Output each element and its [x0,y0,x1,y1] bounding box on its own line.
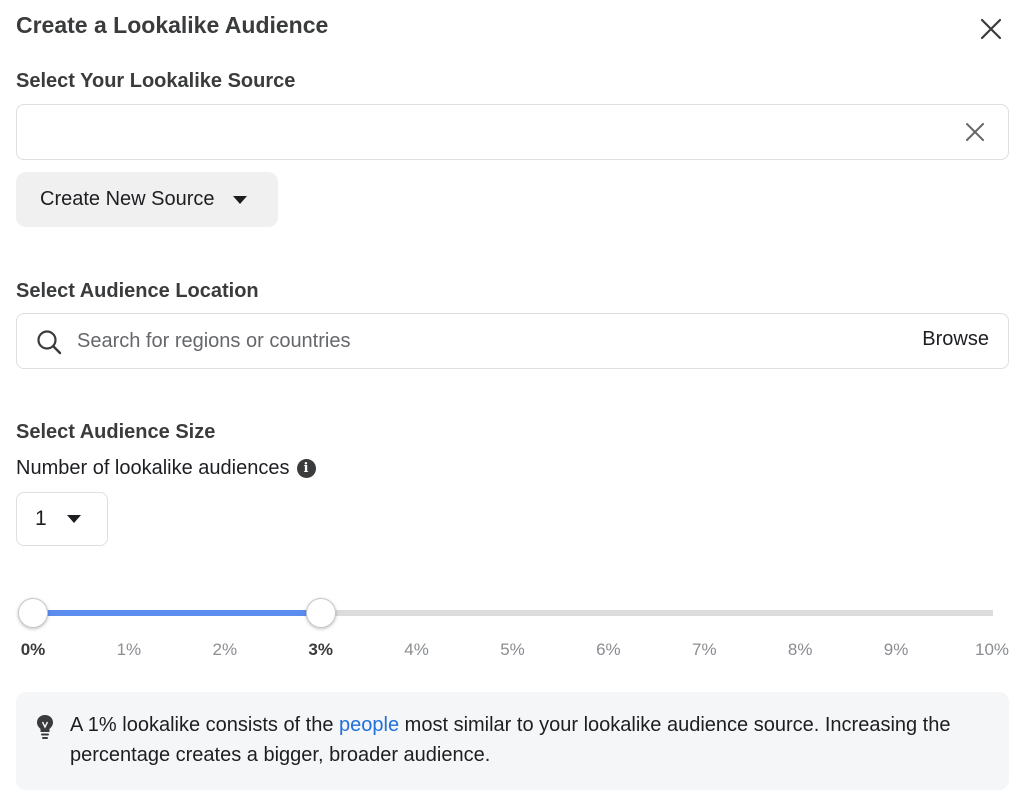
location-section-label: Select Audience Location [16,280,259,302]
create-new-source-button[interactable]: Create New Source [16,172,278,227]
slider-track-fill [33,610,321,616]
close-icon [966,123,984,141]
dialog-title: Create a Lookalike Audience [16,12,329,38]
count-label-row: Number of lookalike audiences i [16,457,316,480]
slider-tick-label: 5% [500,640,525,659]
slider-tick-label: 3% [308,640,333,659]
slider-tick-label: 7% [692,640,717,659]
clear-source-button[interactable] [962,119,988,145]
close-icon [980,18,1002,40]
tip-text: A 1% lookalike consists of the people mo… [70,710,1000,770]
source-section-label: Select Your Lookalike Source [16,70,296,92]
caret-down-icon [66,515,81,523]
slider-tick-label: 0% [20,640,46,659]
size-section-label: Select Audience Size [16,421,216,443]
tip-text-before: A 1% lookalike consists of the [70,714,340,736]
people-link[interactable]: people [339,714,399,736]
tip-box: A 1% lookalike consists of the people mo… [16,692,1009,790]
info-icon[interactable]: i [296,459,316,478]
slider-tick-labels: 0% 1% 2% 3% 4% 5% 6% 7% 8% 9% 10% [0,640,1025,664]
slider-end-handle[interactable] [305,598,336,628]
slider-tick-label: 10% [974,640,1010,659]
location-search-box: Browse [16,313,1009,369]
slider-tick-label: 8% [787,640,813,659]
lookalike-count-select[interactable]: 1 [16,492,108,546]
lightbulb-icon [37,715,53,739]
slider-start-handle[interactable] [18,598,48,628]
create-new-source-label: Create New Source [40,188,215,210]
caret-down-icon [232,195,247,204]
close-dialog-button[interactable] [977,15,1005,43]
search-icon [37,330,62,355]
browse-button[interactable]: Browse [922,328,989,351]
lookalike-count-label: Number of lookalike audiences [16,457,290,479]
slider-tick-label: 4% [404,640,429,659]
location-search-input[interactable] [77,314,857,368]
slider-tick-label: 2% [212,640,238,659]
lookalike-source-input[interactable] [16,104,1009,160]
lookalike-audience-dialog: Create a Lookalike Audience Select Your … [0,0,1025,797]
slider-tick-label: 1% [116,640,142,659]
slider-tick-label: 9% [883,640,909,659]
lookalike-count-value: 1 [35,507,47,530]
audience-size-slider[interactable] [18,596,993,630]
slider-tick-label: 6% [596,640,621,659]
